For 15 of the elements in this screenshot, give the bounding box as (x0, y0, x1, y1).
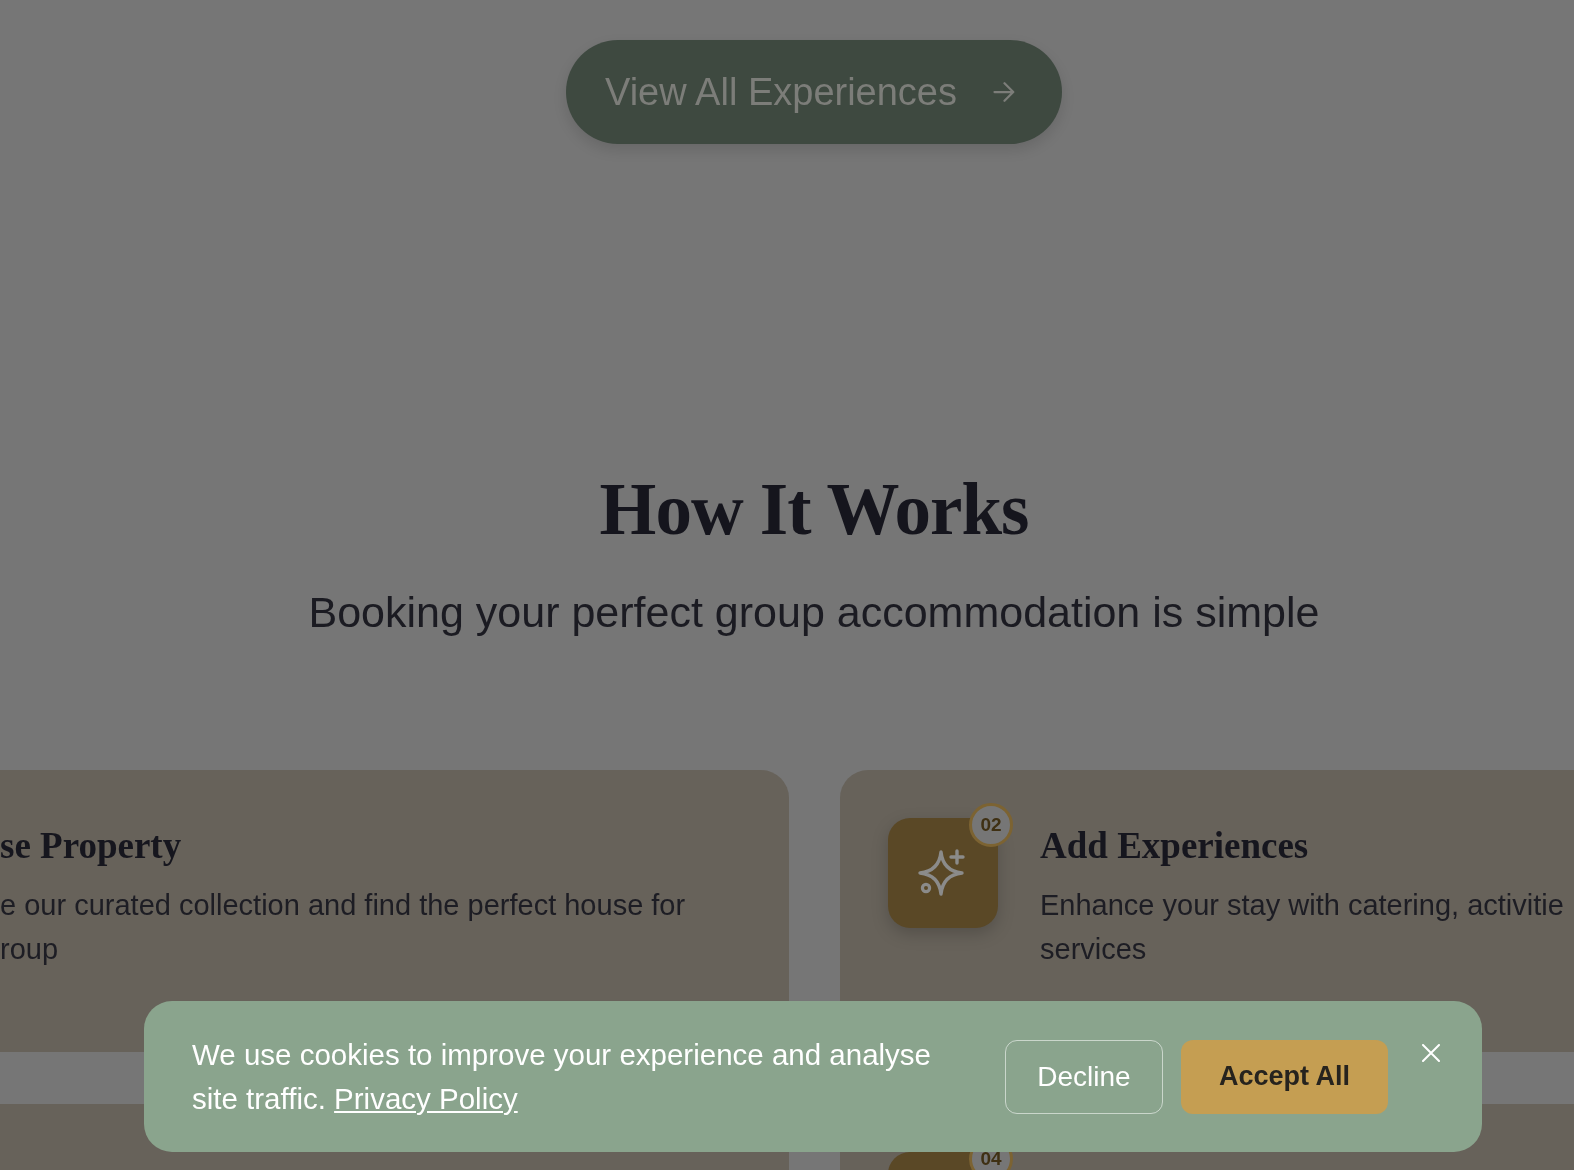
section-subtitle: Booking your perfect group accommodation is simple (307, 587, 1321, 638)
arrow-right-icon (993, 82, 1016, 102)
cookie-notice-text: We use cookies to improve your experience and analyse site traffic. Privacy Policy (192, 1036, 932, 1117)
step-number-badge: 02 (969, 803, 1013, 847)
cta-button[interactable]: View All Experiences (565, 40, 1062, 144)
close-icon (1422, 1044, 1440, 1062)
step-title: Add Experiences (1040, 824, 1310, 867)
decline-button[interactable]: Decline (1005, 1039, 1163, 1114)
accept-button[interactable]: Accept All (1181, 1039, 1388, 1114)
step-title: se Property (0, 824, 183, 867)
step-description: Enhance your stay with catering, activitie services (1040, 888, 1565, 967)
section-heading: How It Works (598, 468, 1030, 552)
privacy-policy-link[interactable]: Privacy Policy (334, 1081, 518, 1115)
step-description: e our curated collection and find the perfect house for roup (0, 888, 687, 967)
close-button[interactable] (1422, 1044, 1440, 1062)
